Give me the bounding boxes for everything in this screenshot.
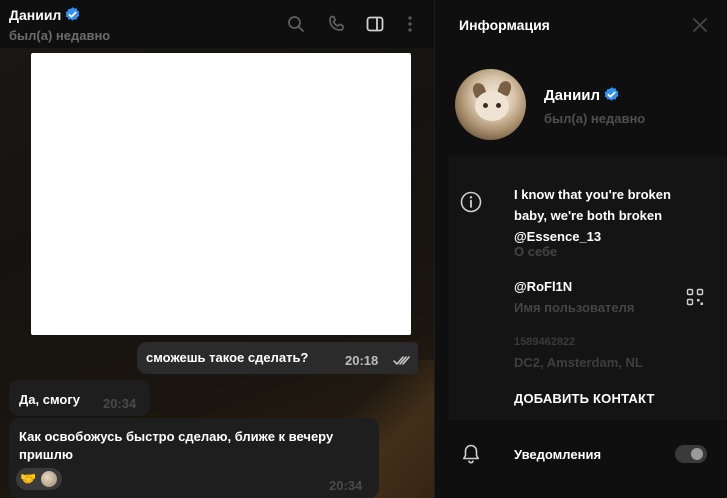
- profile-phone[interactable]: 1589462822: [514, 336, 575, 348]
- profile-avatar[interactable]: [455, 69, 526, 140]
- profile-status: был(а) недавно: [544, 111, 646, 126]
- more-vertical-icon[interactable]: [400, 14, 420, 34]
- message-bubble-incoming[interactable]: Да, смогу 20:34: [9, 380, 150, 416]
- search-icon[interactable]: [286, 14, 306, 34]
- qr-code-icon[interactable]: [686, 288, 704, 306]
- chat-header[interactable]: Даниил был(а) недавно: [0, 0, 434, 48]
- avatar-cat-eye: [483, 103, 488, 108]
- profile-datacenter: DC2, Amsterdam, NL: [514, 355, 643, 370]
- message-text: Да, смогу: [19, 392, 80, 407]
- chat-contact-name-text: Даниил: [9, 7, 62, 23]
- info-panel: Информация Даниил был(а) недавно I know …: [434, 0, 727, 498]
- chat-contact-status: был(а) недавно: [9, 28, 111, 43]
- toggle-knob: [691, 448, 703, 460]
- message-time: 20:34: [103, 396, 137, 411]
- verified-badge-icon: [604, 87, 619, 101]
- close-icon[interactable]: [691, 16, 709, 34]
- profile-bio[interactable]: I know that you're broken baby, we're bo…: [514, 184, 704, 247]
- reaction-avatar: [41, 471, 57, 487]
- notifications-label: Уведомления: [514, 447, 602, 462]
- handshake-emoji: 🤝: [20, 471, 37, 486]
- phone-icon[interactable]: [326, 14, 346, 34]
- notifications-toggle[interactable]: [675, 445, 707, 463]
- info-circle-icon: [460, 191, 482, 213]
- chat-contact-name[interactable]: Даниил: [9, 6, 81, 23]
- avatar-cat-face: [475, 91, 509, 121]
- verified-badge-icon: [65, 7, 80, 21]
- profile-username[interactable]: @RoFl1N: [514, 279, 572, 294]
- message-text: сможешь такое сделать?: [146, 350, 309, 365]
- message-reaction[interactable]: 🤝: [16, 468, 62, 490]
- avatar-cat-eye: [496, 103, 501, 108]
- message-time: 20:18: [345, 353, 379, 368]
- message-photo[interactable]: [31, 53, 411, 335]
- bell-icon: [463, 444, 479, 464]
- sidebar-toggle-icon[interactable]: [365, 14, 385, 34]
- chat-pane: Даниил был(а) недавно сможешь такое сдел…: [0, 0, 434, 498]
- info-panel-title: Информация: [459, 17, 550, 33]
- read-checkmarks-icon: [393, 356, 410, 365]
- message-bubble-incoming[interactable]: Как освобожусь быстро сделаю, ближе к ве…: [9, 418, 379, 498]
- message-time: 20:34: [329, 478, 363, 493]
- profile-username-label: Имя пользователя: [514, 300, 635, 315]
- message-text: Как освобожусь быстро сделаю, ближе к ве…: [19, 429, 334, 462]
- profile-name: Даниил: [544, 86, 620, 104]
- add-contact-button[interactable]: ДОБАВИТЬ КОНТАКТ: [514, 391, 655, 406]
- message-bubble-outgoing[interactable]: сможешь такое сделать? 20:18: [137, 342, 418, 374]
- profile-bio-label: О себе: [514, 244, 558, 259]
- profile-name-text: Даниил: [544, 87, 601, 104]
